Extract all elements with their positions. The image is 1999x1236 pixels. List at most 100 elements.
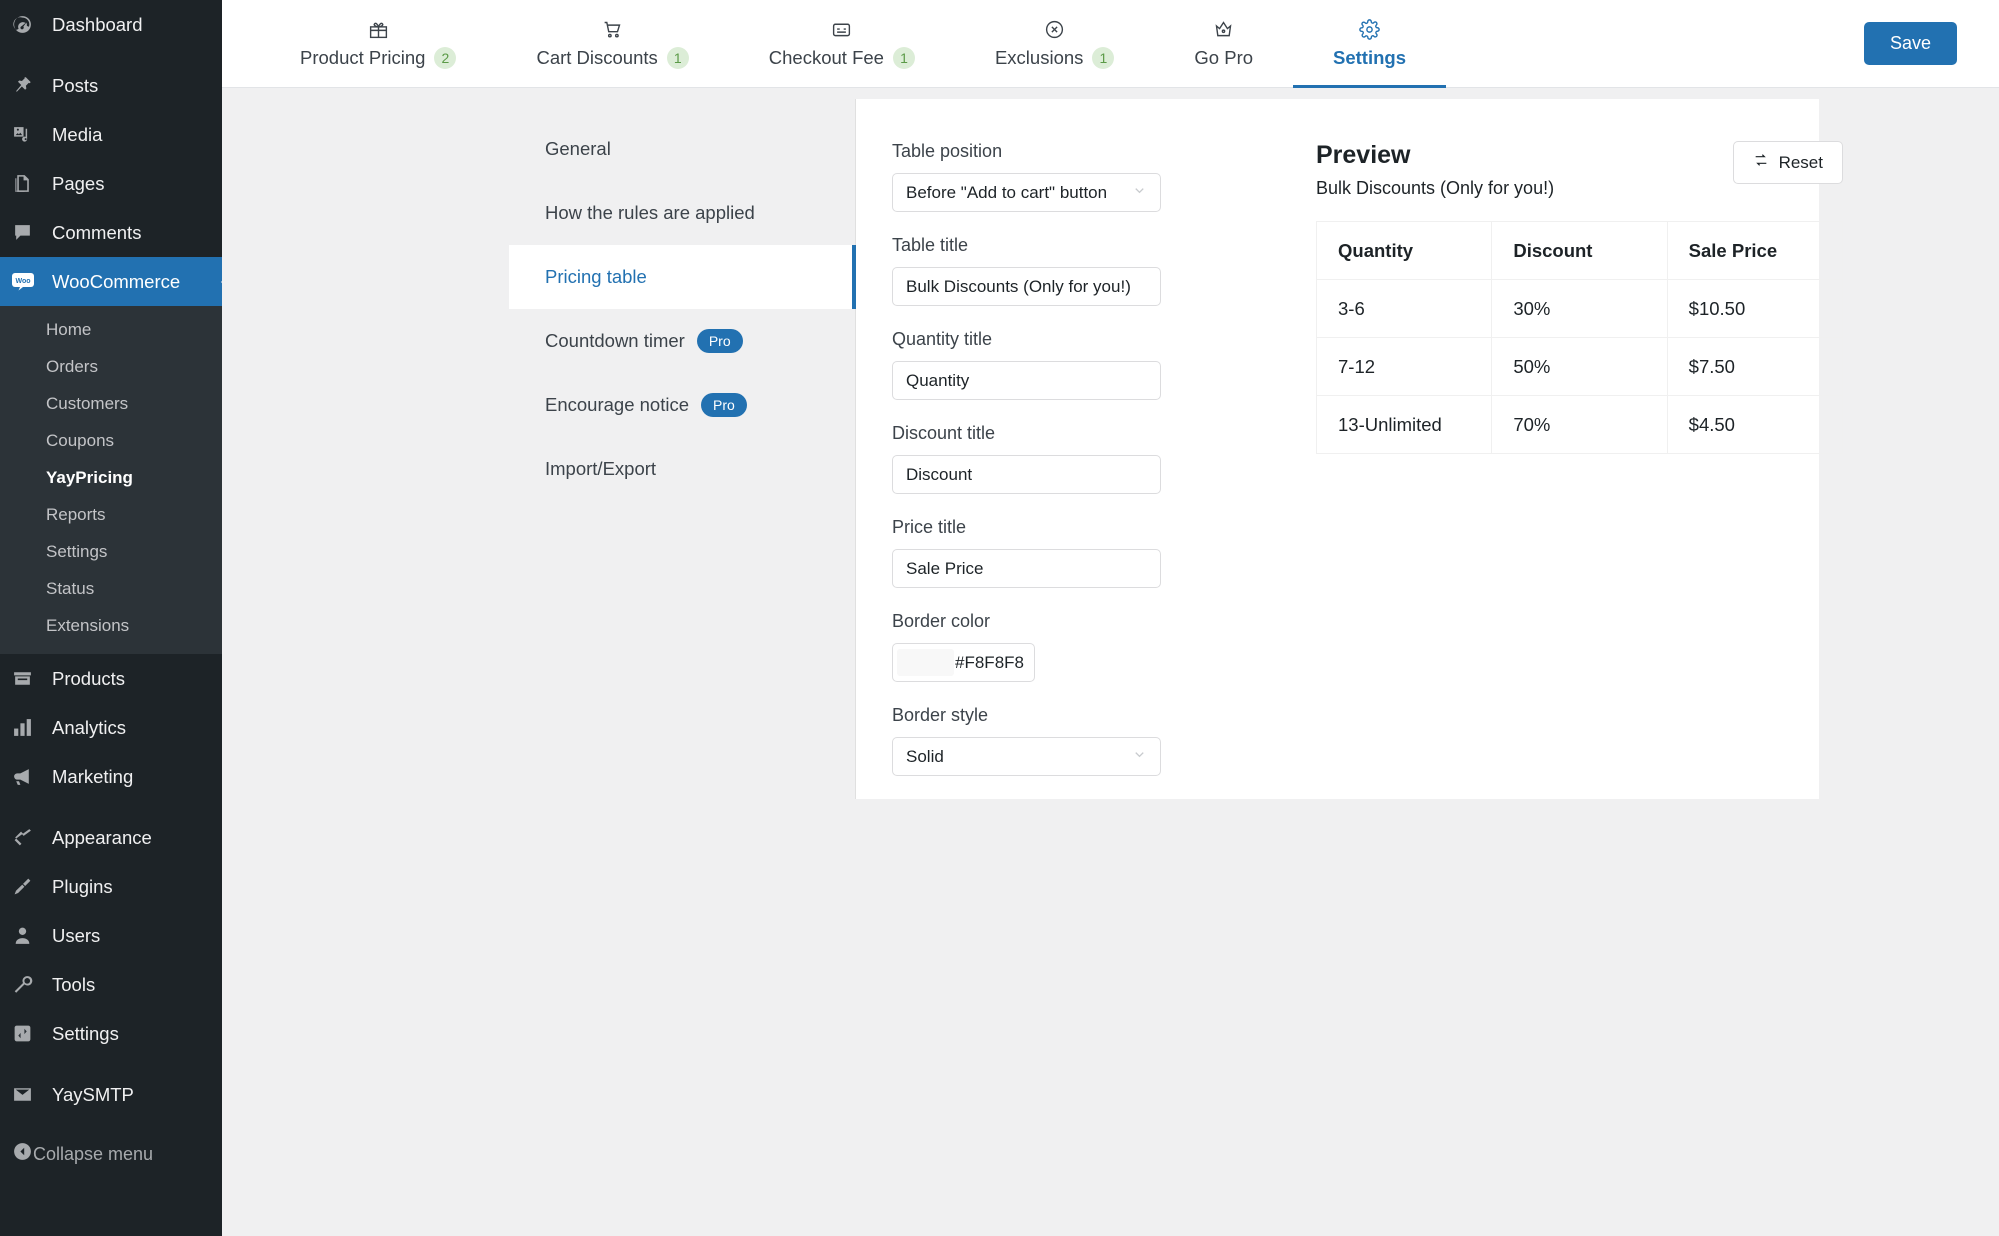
- tab-cart-discounts[interactable]: Cart Discounts 1: [496, 0, 728, 88]
- reset-button[interactable]: Reset: [1732, 141, 1843, 184]
- woo-icon: Woo: [12, 270, 42, 294]
- preview-heading-group: Preview Bulk Discounts (Only for you!): [1316, 141, 1554, 199]
- submenu-item-yaypricing[interactable]: YayPricing: [0, 460, 222, 497]
- submenu-item-home[interactable]: Home: [0, 312, 222, 349]
- tab-badge: 1: [666, 47, 689, 69]
- pro-badge: Pro: [701, 392, 747, 418]
- sidebar-item-products[interactable]: Products: [0, 654, 222, 703]
- table-row: 13-Unlimited 70% $4.50: [1315, 395, 1844, 454]
- pricing-table-form: Table position Before "Add to cart" butt…: [856, 141, 1286, 799]
- quantity-title-input[interactable]: Quantity: [892, 361, 1161, 400]
- tab-exclusions[interactable]: Exclusions 1: [955, 0, 1154, 88]
- border-color-picker[interactable]: #F8F8F8: [892, 643, 1035, 682]
- cell-discount: 50%: [1491, 337, 1668, 396]
- settings-nav-item-countdown-timer[interactable]: Countdown timer Pro: [509, 309, 855, 373]
- sidebar-item-appearance[interactable]: Appearance: [0, 813, 222, 862]
- sidebar-label: Plugins: [52, 875, 113, 897]
- sidebar-label: YaySMTP: [52, 1083, 134, 1105]
- settings-nav-item-how-rules-applied[interactable]: How the rules are applied: [509, 181, 855, 245]
- table-title-input[interactable]: Bulk Discounts (Only for you!): [892, 267, 1161, 306]
- field-discount-title: Discount title Discount: [892, 423, 1286, 494]
- field-label: Quantity title: [892, 329, 993, 349]
- submenu-item-customers[interactable]: Customers: [0, 386, 222, 423]
- analytics-icon: [12, 716, 42, 740]
- preview-section: Preview Bulk Discounts (Only for you!) R…: [1286, 141, 1879, 799]
- submenu-item-extensions[interactable]: Extensions: [0, 608, 222, 645]
- field-quantity-title: Quantity title Quantity: [892, 329, 1286, 400]
- users-icon: [12, 924, 42, 948]
- cell-quantity: 7-12: [1315, 337, 1493, 396]
- settings-nav-label: Countdown timer: [545, 330, 685, 351]
- submenu-item-coupons[interactable]: Coupons: [0, 423, 222, 460]
- tab-product-pricing[interactable]: Product Pricing 2: [260, 0, 496, 88]
- sidebar-item-pages[interactable]: Pages: [0, 159, 222, 208]
- sidebar-label: Posts: [52, 74, 99, 96]
- sidebar-item-settings[interactable]: Settings: [0, 1009, 222, 1058]
- sidebar-label: Comments: [52, 221, 142, 243]
- settings-icon: [12, 1022, 42, 1046]
- sidebar-label: Settings: [52, 1022, 119, 1044]
- tools-icon: [12, 973, 42, 997]
- submenu-item-status[interactable]: Status: [0, 571, 222, 608]
- column-header-sale-price: Sale Price: [1666, 221, 1844, 280]
- pro-badge: Pro: [696, 328, 743, 354]
- settings-nav: General How the rules are applied Pricin…: [509, 99, 856, 799]
- sidebar-item-tools[interactable]: Tools: [0, 960, 222, 1009]
- sidebar-item-posts[interactable]: Posts: [0, 61, 222, 110]
- tab-label: Go Pro: [1194, 47, 1254, 68]
- submenu-item-reports[interactable]: Reports: [0, 497, 222, 534]
- tab-settings[interactable]: Settings: [1293, 0, 1446, 88]
- cell-sale-price: $10.50: [1666, 279, 1844, 338]
- tab-label: Cart Discounts: [536, 47, 658, 68]
- sidebar-item-plugins[interactable]: Plugins: [0, 862, 222, 911]
- field-label: Border style: [892, 705, 989, 725]
- woocommerce-submenu: Home Orders Customers Coupons YayPricing…: [0, 306, 222, 655]
- sidebar-item-analytics[interactable]: Analytics: [0, 703, 222, 752]
- sidebar-item-yaysmtp[interactable]: YaySMTP: [0, 1070, 222, 1119]
- comment-icon: [12, 221, 42, 245]
- sidebar-divider: [0, 49, 222, 61]
- save-button[interactable]: Save: [1863, 22, 1957, 65]
- border-style-select[interactable]: Solid: [892, 737, 1161, 776]
- table-position-select[interactable]: Before "Add to cart" button: [892, 173, 1161, 212]
- sidebar-item-media[interactable]: Media: [0, 110, 222, 159]
- settings-nav-item-encourage-notice[interactable]: Encourage notice Pro: [509, 373, 855, 437]
- price-title-input[interactable]: Sale Price: [892, 549, 1161, 588]
- sidebar-item-dashboard[interactable]: Dashboard: [0, 0, 222, 49]
- settings-nav-item-import-export[interactable]: Import/Export: [509, 437, 855, 501]
- tab-checkout-fee[interactable]: Checkout Fee 1: [729, 0, 955, 88]
- color-swatch[interactable]: [897, 649, 954, 676]
- table-row: 7-12 50% $7.50: [1315, 337, 1844, 396]
- collapse-menu-button[interactable]: Collapse menu: [0, 1131, 222, 1177]
- submenu-item-orders[interactable]: Orders: [0, 349, 222, 386]
- cell-discount: 30%: [1491, 279, 1668, 338]
- table-body: 3-6 30% $10.50 7-12 50% $7.50 13-Unlimit…: [1315, 279, 1844, 454]
- gift-icon: [368, 19, 389, 40]
- sidebar-item-comments[interactable]: Comments: [0, 208, 222, 257]
- settings-nav-label: Pricing table: [545, 266, 647, 287]
- sidebar-label: Tools: [52, 973, 96, 995]
- discount-title-input[interactable]: Discount: [892, 455, 1161, 494]
- sidebar-item-marketing[interactable]: Marketing: [0, 752, 222, 801]
- sidebar-item-woocommerce[interactable]: Woo WooCommerce: [0, 257, 222, 306]
- marketing-icon: [12, 765, 42, 789]
- cart-icon: [602, 19, 623, 40]
- tab-list: Product Pricing 2 Cart Discounts 1 Check…: [260, 0, 1446, 88]
- settings-nav-label: How the rules are applied: [545, 202, 755, 223]
- field-label: Border color: [892, 611, 991, 631]
- checkout-icon: [831, 19, 852, 40]
- sidebar-item-users[interactable]: Users: [0, 911, 222, 960]
- input-value: Bulk Discounts (Only for you!): [906, 276, 1131, 296]
- pages-icon: [12, 172, 42, 196]
- field-table-title: Table title Bulk Discounts (Only for you…: [892, 235, 1286, 306]
- collapse-icon: [12, 1141, 33, 1167]
- sidebar-divider: [0, 1058, 222, 1070]
- sidebar-label: Dashboard: [52, 13, 143, 35]
- submenu-item-settings[interactable]: Settings: [0, 534, 222, 571]
- settings-nav-item-pricing-table[interactable]: Pricing table: [509, 245, 856, 309]
- field-table-position: Table position Before "Add to cart" butt…: [892, 141, 1286, 212]
- settings-nav-item-general[interactable]: General: [509, 117, 855, 181]
- cell-quantity: 3-6: [1315, 279, 1493, 338]
- tab-go-pro[interactable]: Go Pro: [1154, 0, 1293, 88]
- field-label: Discount title: [892, 423, 996, 443]
